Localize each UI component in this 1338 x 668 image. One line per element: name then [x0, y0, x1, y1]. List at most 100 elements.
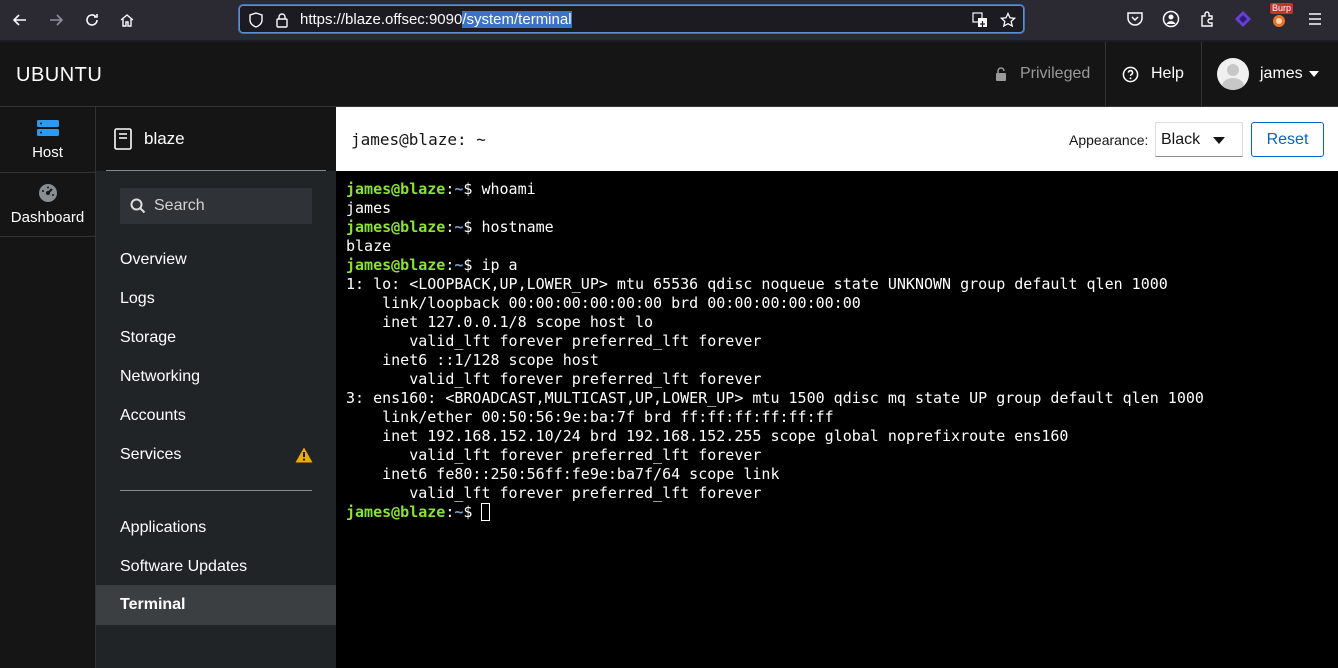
- prompt-symbol: $: [463, 256, 482, 274]
- lock-open-icon: [996, 67, 1006, 81]
- terminal-output-text: valid_lft forever preferred_lft forever: [346, 484, 762, 502]
- bookmark-star-icon[interactable]: [1000, 12, 1016, 28]
- user-menu[interactable]: james: [1202, 42, 1338, 106]
- reset-button[interactable]: Reset: [1251, 122, 1324, 157]
- search-input[interactable]: [154, 196, 304, 215]
- home-button[interactable]: [114, 7, 140, 33]
- account-icon[interactable]: [1162, 10, 1180, 28]
- terminal-output-text: inet 127.0.0.1/8 scope host lo: [346, 313, 654, 331]
- pocket-icon[interactable]: [1126, 10, 1144, 28]
- terminal-output-text: inet 192.168.152.10/24 brd 192.168.152.2…: [346, 427, 1069, 445]
- terminal-screen[interactable]: james@blaze:~$ whoami james james@blaze:~$…: [336, 171, 1338, 668]
- sidebar-item-label: Applications: [120, 518, 207, 536]
- terminal-command: hostname: [481, 218, 554, 236]
- terminal-output-line: link/ether 00:50:56:9e:ba:7f brd ff:ff:f…: [346, 408, 1338, 427]
- terminal-output-line: valid_lft forever preferred_lft forever: [346, 332, 1338, 351]
- terminal-output-line: inet6 ::1/128 scope host: [346, 351, 1338, 370]
- lock-icon[interactable]: [274, 12, 290, 28]
- search-icon: [130, 198, 146, 213]
- url-path-selected: /system/terminal: [462, 11, 572, 28]
- sidebar-item-software-updates[interactable]: Software Updates: [96, 547, 336, 586]
- terminal-command: ip a: [481, 256, 518, 274]
- nav-dashboard[interactable]: Dashboard: [0, 172, 95, 237]
- translate-icon[interactable]: [972, 12, 988, 28]
- terminal-output-text: 3: ens160: <BROADCAST,MULTICAST,UP,LOWER…: [346, 389, 1204, 407]
- terminal-output-text: valid_lft forever preferred_lft forever: [346, 370, 762, 388]
- prompt-symbol: $: [463, 503, 482, 521]
- back-button[interactable]: [7, 7, 33, 33]
- host-switcher-nav: Host Dashboard: [0, 107, 96, 668]
- reload-button[interactable]: [79, 7, 105, 33]
- extensions-icon[interactable]: [1198, 10, 1216, 28]
- appearance-value: Black: [1161, 130, 1201, 148]
- sidebar-item-storage[interactable]: Storage: [96, 318, 336, 357]
- sidebar-item-terminal[interactable]: Terminal: [96, 585, 336, 625]
- home-icon: [120, 14, 134, 27]
- sidebar-item-overview[interactable]: Overview: [96, 240, 336, 279]
- terminal-output-text: link/ether 00:50:56:9e:ba:7f brd ff:ff:f…: [346, 408, 834, 426]
- terminal-prompt-line: james@blaze:~$: [346, 503, 1338, 522]
- current-host[interactable]: blaze: [106, 107, 326, 171]
- terminal-output-text: blaze: [346, 237, 392, 255]
- shield-icon[interactable]: [248, 12, 264, 28]
- terminal-output-text: valid_lft forever preferred_lft forever: [346, 332, 762, 350]
- top-navigation: UBUNTU Privileged Help james: [0, 42, 1338, 107]
- caret-down-icon: [1213, 137, 1225, 144]
- terminal-header: james@blaze: ~ Appearance: Black Reset: [336, 107, 1338, 171]
- server-icon: [36, 120, 59, 136]
- url-bar[interactable]: https://blaze.offsec:9090/system/termina…: [239, 5, 1024, 33]
- terminal-output-text: link/loopback 00:00:00:00:00:00 brd 00:0…: [346, 294, 861, 312]
- sidebar-item-logs[interactable]: Logs: [96, 279, 336, 318]
- forward-button[interactable]: [43, 7, 69, 33]
- prompt-user-host: james@blaze: [346, 180, 446, 198]
- sidebar-item-networking[interactable]: Networking: [96, 357, 336, 396]
- terminal-output-line: valid_lft forever preferred_lft forever: [346, 370, 1338, 389]
- hamburger-menu-icon[interactable]: [1306, 10, 1324, 28]
- avatar: [1217, 58, 1249, 90]
- sidebar-item-label: Services: [120, 445, 182, 463]
- dashboard-gauge-icon: [38, 184, 57, 202]
- terminal-output-line: james: [346, 199, 1338, 218]
- nav-dashboard-label: Dashboard: [10, 209, 85, 226]
- prompt-user-host: james@blaze: [346, 256, 446, 274]
- sidebar-item-label: Software Updates: [120, 557, 248, 575]
- terminal-output-line: inet6 fe80::250:56ff:fe9e:ba7f/64 scope …: [346, 465, 1338, 484]
- prompt-symbol: $: [463, 180, 482, 198]
- terminal-prompt-line: james@blaze:~$ ip a: [346, 256, 1338, 275]
- reload-icon: [86, 14, 98, 26]
- help-label: Help: [1151, 65, 1184, 82]
- terminal-output-text: james: [346, 199, 392, 217]
- sidebar-item-accounts[interactable]: Accounts: [96, 396, 336, 435]
- search-box[interactable]: [120, 188, 312, 224]
- prompt-symbol: $: [463, 218, 482, 236]
- user-name: james: [1260, 65, 1303, 82]
- appearance-label: Appearance:: [1069, 132, 1149, 148]
- arrow-right-icon: [50, 14, 64, 26]
- sidebar-item-services[interactable]: Services: [96, 435, 336, 474]
- brand-logo: UBUNTU: [16, 64, 103, 86]
- sidebar-divider: [120, 490, 312, 491]
- privileged-indicator[interactable]: Privileged: [978, 42, 1106, 106]
- sidebar-item-label: Logs: [120, 289, 155, 307]
- terminal-output-line: valid_lft forever preferred_lft forever: [346, 484, 1338, 503]
- sidebar-item-label: Accounts: [120, 406, 186, 424]
- sidebar-item-label: Terminal: [120, 596, 186, 613]
- nav-host[interactable]: Host: [0, 107, 95, 172]
- prompt-user-host: james@blaze: [346, 218, 446, 236]
- terminal-prompt-line: james@blaze:~$ hostname: [346, 218, 1338, 237]
- appearance-select[interactable]: Black: [1155, 122, 1243, 157]
- extension-purple-icon[interactable]: [1234, 10, 1252, 28]
- help-button[interactable]: Help: [1106, 42, 1202, 106]
- browser-toolbar: https://blaze.offsec:9090/system/termina…: [0, 0, 1338, 42]
- help-icon: [1122, 66, 1139, 82]
- extension-badge: Burp: [1270, 3, 1294, 14]
- terminal-title: james@blaze: ~: [351, 130, 486, 149]
- sidebar-item-label: Storage: [120, 328, 177, 346]
- warning-triangle-icon: [295, 447, 313, 463]
- host-name: blaze: [144, 128, 185, 148]
- terminal-output-text: 1: lo: <LOOPBACK,UP,LOWER_UP> mtu 65536 …: [346, 275, 1168, 293]
- sidebar-item-label: Overview: [120, 250, 187, 268]
- sidebar-item-applications[interactable]: Applications: [96, 508, 336, 547]
- terminal-output-text: inet6 ::1/128 scope host: [346, 351, 599, 369]
- url-text[interactable]: https://blaze.offsec:9090/system/termina…: [300, 11, 572, 29]
